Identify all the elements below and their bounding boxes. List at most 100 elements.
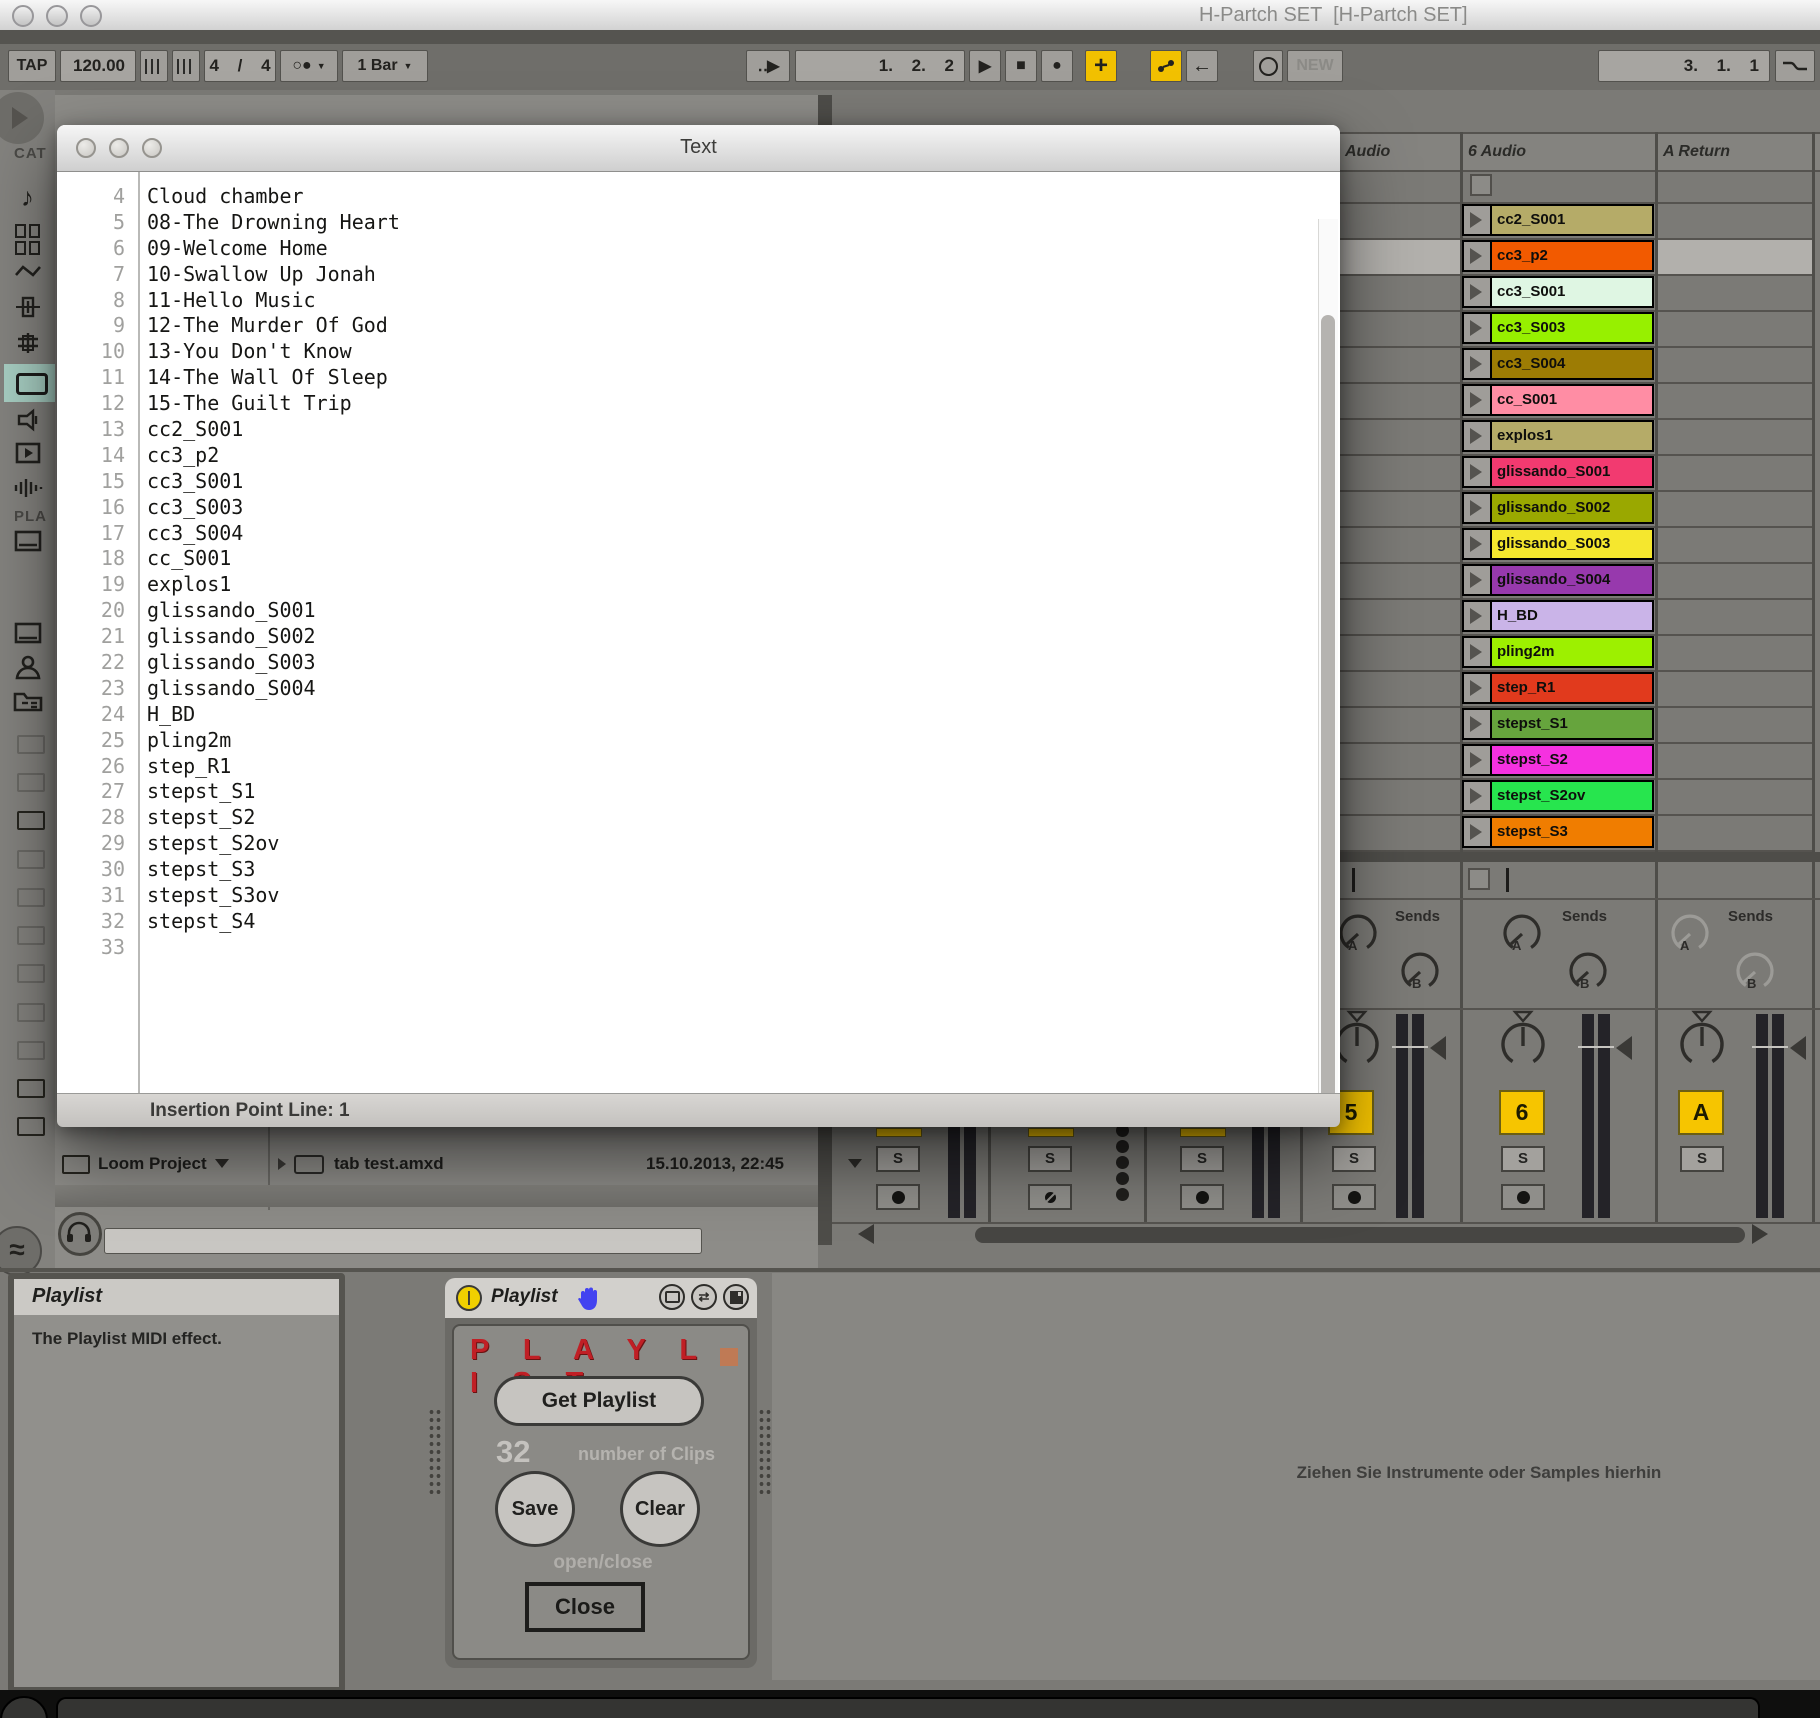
folder-icon[interactable] bbox=[17, 850, 45, 869]
text-line[interactable]: 31stepst_S3ov bbox=[57, 883, 1340, 909]
device-map-button[interactable]: ⇄ bbox=[691, 1284, 717, 1310]
send-a-knob[interactable] bbox=[1500, 912, 1544, 956]
track-activator-partial[interactable] bbox=[1028, 1128, 1074, 1137]
overdub-button[interactable]: + bbox=[1085, 50, 1117, 82]
clip-step_R1[interactable]: step_R1 bbox=[1462, 672, 1654, 704]
text-line[interactable]: 13cc2_S001 bbox=[57, 417, 1340, 443]
audio-effects-icon[interactable] bbox=[0, 296, 55, 323]
clip-stop-button[interactable] bbox=[1470, 174, 1492, 196]
clip-play-icon[interactable] bbox=[1464, 206, 1492, 234]
chevron-down-icon[interactable] bbox=[848, 1159, 862, 1168]
draw-mode-button[interactable] bbox=[1775, 50, 1815, 82]
clip-glissando_S004[interactable]: glissando_S004 bbox=[1462, 564, 1654, 596]
metronome-button[interactable]: ○● ▼ bbox=[280, 50, 338, 82]
clip-stepst_S2ov[interactable]: stepst_S2ov bbox=[1462, 780, 1654, 812]
solo-button-6[interactable]: S bbox=[1501, 1146, 1545, 1172]
arm-button-1[interactable] bbox=[876, 1184, 920, 1210]
text-line[interactable]: 27stepst_S1 bbox=[57, 779, 1340, 805]
clip-stepst_S3[interactable]: stepst_S3 bbox=[1462, 816, 1654, 848]
text-line[interactable]: 710-Swallow Up Jonah bbox=[57, 262, 1340, 288]
track-activator-partial[interactable] bbox=[1180, 1128, 1226, 1137]
clip-play-icon[interactable] bbox=[1464, 674, 1492, 702]
text-line[interactable]: 28stepst_S2 bbox=[57, 805, 1340, 831]
clip-play-icon[interactable] bbox=[1464, 746, 1492, 774]
get-playlist-button[interactable]: Get Playlist bbox=[494, 1376, 704, 1426]
folder-icon[interactable] bbox=[17, 1041, 45, 1060]
packs-icon[interactable] bbox=[0, 530, 55, 557]
volume-fader-handle[interactable] bbox=[1616, 1036, 1632, 1060]
text-line[interactable]: 33 bbox=[57, 935, 1340, 961]
scroll-right-arrow[interactable] bbox=[1752, 1224, 1768, 1244]
clip-explos1[interactable]: explos1 bbox=[1462, 420, 1654, 452]
clip-cc2_S001[interactable]: cc2_S001 bbox=[1462, 204, 1654, 236]
midi-overdub-button[interactable] bbox=[1150, 50, 1182, 82]
tap-tempo-button[interactable]: TAP bbox=[8, 50, 56, 82]
track-header-return-a[interactable]: A Return bbox=[1655, 132, 1820, 172]
text-editor-window[interactable]: Text 4Cloud chamber508-The Drowning Hear… bbox=[57, 125, 1340, 1127]
device-show-button[interactable] bbox=[659, 1284, 685, 1310]
clip-glissando_S003[interactable]: glissando_S003 bbox=[1462, 528, 1654, 560]
midi-effects-icon[interactable] bbox=[0, 332, 55, 359]
text-line[interactable]: 20glissando_S001 bbox=[57, 598, 1340, 624]
save-button[interactable]: Save bbox=[495, 1471, 575, 1547]
arm-button-3[interactable] bbox=[1180, 1184, 1224, 1210]
text-line[interactable]: 14cc3_p2 bbox=[57, 443, 1340, 469]
arm-button-6[interactable] bbox=[1501, 1184, 1545, 1210]
horizontal-scrollbar-thumb[interactable] bbox=[975, 1227, 1745, 1243]
text-line[interactable]: 1114-The Wall Of Sleep bbox=[57, 365, 1340, 391]
device-drop-area[interactable]: Ziehen Sie Instrumente oder Samples hier… bbox=[772, 1273, 1820, 1680]
pan-knob[interactable] bbox=[1498, 1010, 1548, 1072]
clear-button[interactable]: Clear bbox=[620, 1471, 700, 1547]
clip-play-icon[interactable] bbox=[1464, 314, 1492, 342]
track-header-6[interactable]: 6 Audio bbox=[1460, 132, 1663, 172]
track-activator-6[interactable]: 6 bbox=[1499, 1090, 1545, 1135]
clip-pling2m[interactable]: pling2m bbox=[1462, 636, 1654, 668]
clip-play-icon[interactable] bbox=[1464, 242, 1492, 270]
scroll-left-arrow[interactable] bbox=[858, 1224, 874, 1244]
device-save-button[interactable] bbox=[723, 1284, 749, 1310]
clip-cc3_p2[interactable]: cc3_p2 bbox=[1462, 240, 1654, 272]
folder-icon[interactable] bbox=[17, 964, 45, 983]
text-line[interactable]: 1215-The Guilt Trip bbox=[57, 391, 1340, 417]
solo-button-3[interactable]: S bbox=[1180, 1146, 1224, 1172]
clip-cc3_S004[interactable]: cc3_S004 bbox=[1462, 348, 1654, 380]
clip-play-icon[interactable] bbox=[1464, 530, 1492, 558]
max-for-live-selected[interactable] bbox=[4, 364, 55, 402]
text-line[interactable]: 15cc3_S001 bbox=[57, 469, 1340, 495]
clip-play-icon[interactable] bbox=[1464, 710, 1492, 738]
browser-place-loom-project[interactable]: Loom Project bbox=[60, 1145, 265, 1183]
back-to-arrangement-button[interactable]: ← bbox=[1186, 50, 1218, 82]
clip-play-icon[interactable] bbox=[1464, 566, 1492, 594]
instruments-icon[interactable] bbox=[0, 262, 55, 285]
user-library-icon[interactable] bbox=[0, 654, 55, 685]
device-title-bar[interactable]: | Playlist ⇄ bbox=[445, 1278, 757, 1318]
text-line[interactable]: 32stepst_S4 bbox=[57, 909, 1340, 935]
clip-stop-marker[interactable] bbox=[1352, 868, 1355, 892]
browser-toggle-button[interactable] bbox=[0, 92, 44, 144]
text-line[interactable]: 18cc_S001 bbox=[57, 546, 1340, 572]
clip-play-icon[interactable] bbox=[1464, 278, 1492, 306]
arm-button-2[interactable] bbox=[1028, 1184, 1072, 1210]
stop-button[interactable]: ■ bbox=[1005, 50, 1037, 82]
text-line[interactable]: 26step_R1 bbox=[57, 754, 1340, 780]
clip-stepst_S2[interactable]: stepst_S2 bbox=[1462, 744, 1654, 776]
pan-knob[interactable] bbox=[1677, 1010, 1727, 1072]
quantize-menu[interactable]: 1 Bar ▼ bbox=[342, 50, 428, 82]
text-line[interactable]: 811-Hello Music bbox=[57, 288, 1340, 314]
zoom-window-icon[interactable] bbox=[80, 5, 102, 27]
text-editor-content[interactable]: 4Cloud chamber508-The Drowning Heart609-… bbox=[57, 172, 1340, 1093]
scrollbar-thumb[interactable] bbox=[1321, 315, 1335, 1093]
samples-icon[interactable] bbox=[0, 478, 55, 503]
clip-cc3_S003[interactable]: cc3_S003 bbox=[1462, 312, 1654, 344]
text-line[interactable]: 609-Welcome Home bbox=[57, 236, 1340, 262]
volume-fader-handle[interactable] bbox=[1430, 1036, 1446, 1060]
new-button[interactable]: NEW bbox=[1287, 50, 1343, 82]
nudge-up-button[interactable] bbox=[172, 50, 200, 82]
solo-button-1[interactable]: S bbox=[876, 1146, 920, 1172]
browser-file-row[interactable]: tab test.amxd 15.10.2013, 22:45 bbox=[270, 1145, 815, 1183]
nudge-down-button[interactable] bbox=[140, 50, 168, 82]
record-button[interactable]: ● bbox=[1041, 50, 1073, 82]
track-activator-partial[interactable] bbox=[876, 1128, 922, 1137]
clip-play-icon[interactable] bbox=[1464, 494, 1492, 522]
clip-glissando_S001[interactable]: glissando_S001 bbox=[1462, 456, 1654, 488]
